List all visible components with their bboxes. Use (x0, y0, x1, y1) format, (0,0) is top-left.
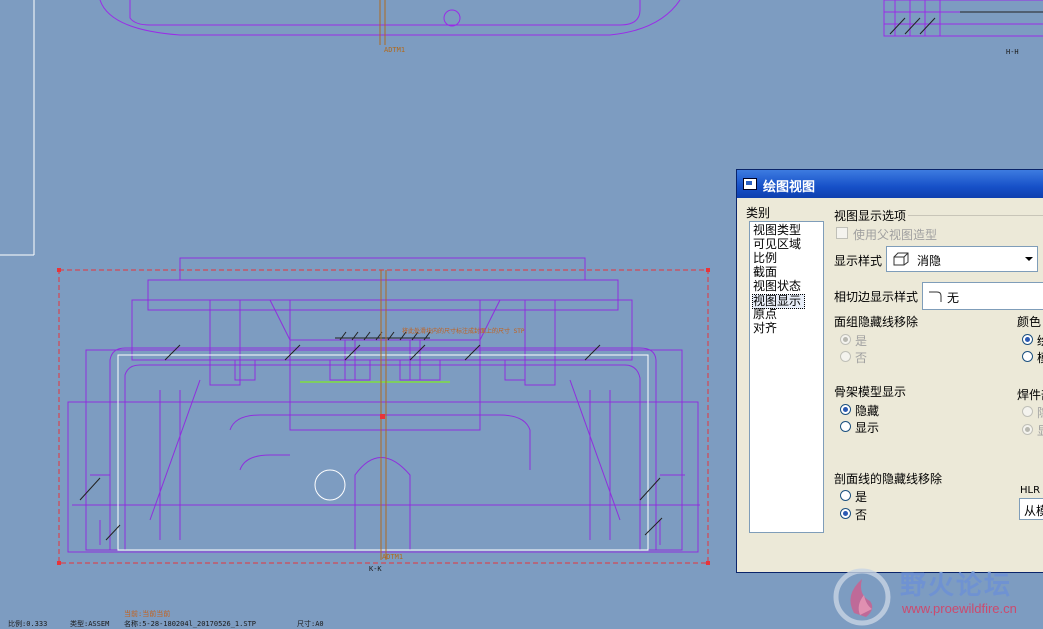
section-label-main[interactable]: K-K (369, 565, 382, 573)
category-item-view-state[interactable]: 视图状态 (753, 280, 801, 293)
category-item-alignment[interactable]: 对齐 (753, 322, 777, 335)
status-name: 名称:5-28-180204l_20170526_1.STP (124, 620, 257, 628)
status-type: 类型:ASSEM (70, 620, 110, 628)
skeleton-show-label: 显示 (855, 421, 880, 435)
section-view-geometry (67, 257, 700, 553)
hlr-select[interactable]: 从模 (1019, 498, 1043, 520)
weld-opt1-label: 隐 (1037, 404, 1043, 421)
color-opt1-label: 绘 (1037, 332, 1043, 349)
category-item-origin[interactable]: 原点 (753, 308, 777, 321)
hidden-line-icon (893, 252, 909, 266)
use-parent-checkbox[interactable] (836, 227, 848, 239)
section-label-top-right[interactable]: H-H (1006, 48, 1019, 56)
watermark-url: www.proewildfire.cn (902, 601, 1017, 616)
color-opt2-label: 模 (1037, 349, 1043, 366)
view-label-top: ADTM1 (384, 46, 406, 54)
weld-label: 焊件剖 (1017, 388, 1043, 402)
options-divider (908, 215, 1043, 216)
tangent-edge-icon (929, 291, 942, 302)
display-style-select[interactable]: 消隐 (886, 246, 1038, 272)
skeleton-show-radio[interactable] (840, 421, 851, 432)
chevron-down-icon (1025, 257, 1033, 261)
section-no-label: 否 (855, 508, 868, 522)
view-label-bottom: ADTM1 (382, 553, 404, 561)
section-hidden-label: 剖面线的隐藏线移除 (834, 472, 943, 486)
color-label: 颜色 (1017, 315, 1042, 329)
dialog-window-icon (743, 178, 757, 190)
weld-opt2-radio[interactable] (1022, 424, 1033, 435)
dialog-titlebar[interactable]: 绘图视图 (737, 170, 1043, 198)
face-group-label: 面组隐藏线移除 (834, 315, 919, 329)
display-style-value: 消隐 (917, 254, 942, 268)
face-group-yes-radio[interactable] (840, 334, 851, 345)
section-no-radio[interactable] (840, 508, 851, 519)
category-item-scale[interactable]: 比例 (753, 252, 777, 265)
display-style-label: 显示样式 (834, 254, 883, 268)
watermark-title: 野火论坛 (900, 571, 1013, 601)
hlr-label: HLR (1020, 485, 1041, 496)
annotation-note[interactable]: 将此处滑块内的尺寸标注成封面上的尺寸 STP (402, 326, 524, 335)
skeleton-hide-label: 隐藏 (855, 404, 880, 418)
hlr-value: 从模 (1024, 504, 1043, 518)
category-list[interactable]: 视图类型 可见区域 比例 截面 视图状态 视图显示 原点 对齐 (749, 221, 824, 533)
tangent-select[interactable]: 无 (922, 282, 1043, 310)
flame-logo-icon (833, 568, 891, 626)
section-yes-radio[interactable] (840, 490, 851, 501)
dialog-title: 绘图视图 (763, 180, 816, 195)
use-parent-label: 使用父视图造型 (853, 228, 938, 242)
category-item-section[interactable]: 截面 (753, 266, 777, 279)
top-view-geometry (99, 0, 681, 45)
forum-watermark: 野火论坛 www.proewildfire.cn (832, 563, 1043, 629)
category-item-view-type[interactable]: 视图类型 (753, 224, 801, 237)
status-top-note: 当前:当前当前 (124, 610, 171, 618)
category-item-visible-area[interactable]: 可见区域 (753, 238, 801, 251)
color-opt1-radio[interactable] (1022, 334, 1033, 345)
face-group-no-label: 否 (855, 351, 868, 365)
sheet-border (0, 0, 35, 256)
status-scale: 比例:0.333 (8, 620, 48, 628)
status-size: 尺寸:A0 (297, 620, 324, 628)
color-opt2-radio[interactable] (1022, 351, 1033, 362)
face-group-yes-label: 是 (855, 334, 868, 348)
tangent-label: 相切边显示样式 (834, 290, 919, 304)
skeleton-label: 骨架模型显示 (834, 385, 907, 399)
top-right-view-geometry (883, 0, 1043, 37)
section-yes-label: 是 (855, 490, 868, 504)
weld-opt2-label: 显 (1037, 422, 1043, 439)
weld-opt1-radio[interactable] (1022, 406, 1033, 417)
category-label: 类别 (746, 206, 771, 220)
tangent-value: 无 (947, 291, 960, 305)
skeleton-hide-radio[interactable] (840, 404, 851, 415)
options-title: 视图显示选项 (834, 209, 907, 223)
face-group-no-radio[interactable] (840, 351, 851, 362)
